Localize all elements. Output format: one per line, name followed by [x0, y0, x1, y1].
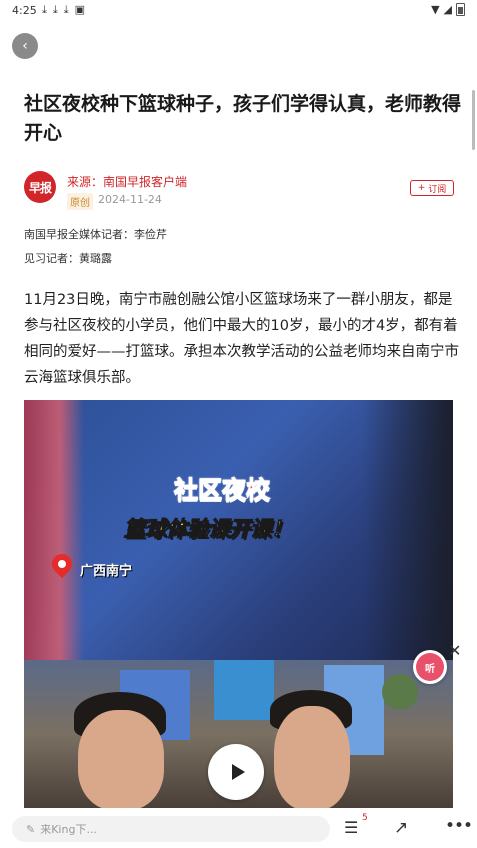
- close-icon[interactable]: ✕: [448, 641, 461, 660]
- basketball: [382, 674, 418, 710]
- background-player: [214, 660, 274, 720]
- chevron-left-icon: ‹: [22, 38, 28, 54]
- child-face: [78, 710, 164, 808]
- bottom-bar: ✎ 来King下... ☰ 5 ↗ •••: [0, 810, 477, 848]
- download-icon: ⤓: [63, 3, 69, 16]
- more-icon[interactable]: •••: [445, 816, 473, 836]
- signal-icon: ◢: [443, 3, 452, 16]
- plus-icon: +: [417, 183, 426, 193]
- trainee-reporter-byline: 见习记者：黄璐露: [24, 252, 112, 265]
- download-icon: ⤓: [42, 3, 47, 16]
- location-label: 广西南宁: [80, 564, 133, 579]
- play-button[interactable]: [208, 744, 264, 800]
- subscribe-label: 订阅: [428, 184, 447, 195]
- back-button[interactable]: ‹: [12, 33, 38, 59]
- scrollbar[interactable]: [472, 90, 475, 150]
- listen-button[interactable]: 听: [413, 650, 447, 684]
- wifi-icon: ▼: [431, 3, 440, 16]
- original-badge: 原创: [67, 193, 93, 210]
- comment-placeholder: 来King下...: [40, 823, 97, 836]
- reporter-byline: 南国早报全媒体记者：李俭芹: [24, 228, 167, 241]
- comment-count-badge: 5: [362, 813, 368, 823]
- video-overlay-subtitle: 篮球体验课开课！: [124, 517, 293, 542]
- source-name[interactable]: 来源：南国早报客户端: [67, 173, 187, 190]
- pencil-icon: ✎: [26, 822, 36, 836]
- system-icons: ▼ ◢: [431, 3, 465, 16]
- source-logo[interactable]: 早报: [24, 171, 56, 203]
- video-player[interactable]: 社区夜校 篮球体验课开课！ 广西南宁: [24, 400, 453, 808]
- notification-icons: ⤓ ⤓ ⤓ ▣: [42, 3, 85, 17]
- status-time: 4:25: [12, 4, 37, 17]
- subscribe-button[interactable]: + 订阅: [410, 180, 454, 196]
- article-title: 社区夜校种下篮球种子，孩子们学得认真，老师教得开心: [24, 93, 462, 144]
- status-bar: 4:25 ⤓ ⤓ ⤓ ▣ ▼ ◢: [0, 0, 477, 22]
- play-icon: [231, 764, 245, 780]
- video-overlay-title: 社区夜校: [174, 476, 271, 505]
- app-icon: ▣: [74, 3, 86, 16]
- listen-label: 听: [416, 653, 444, 681]
- share-icon[interactable]: ↗: [394, 818, 408, 838]
- comment-input[interactable]: ✎ 来King下...: [12, 816, 330, 842]
- battery-icon: [456, 3, 465, 16]
- publish-date: 2024-11-24: [98, 193, 162, 206]
- article-paragraph: 11月23日晚，南宁市融创融公馆小区篮球场来了一群小朋友，都是参与社区夜校的小学…: [24, 292, 459, 386]
- child-face: [274, 706, 350, 808]
- download-icon: ⤓: [52, 3, 58, 16]
